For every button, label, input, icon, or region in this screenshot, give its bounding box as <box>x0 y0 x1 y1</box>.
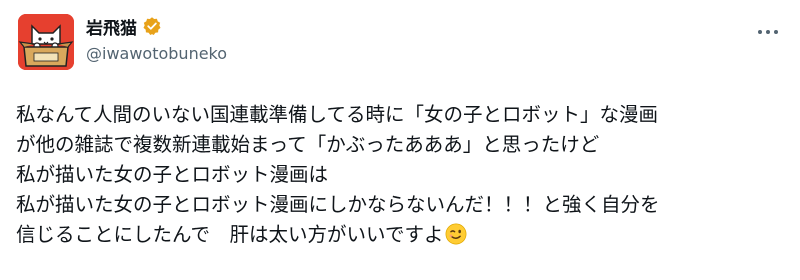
winking-face-emoji-icon <box>445 223 467 245</box>
post-card: 岩飛猫 @iwawotobuneko 私なんて人間のいない国連載準備してる時に「… <box>0 0 800 280</box>
avatar[interactable] <box>18 14 74 70</box>
post-text: 私なんて人間のいない国連載準備してる時に「女の子とロボット」な漫画 が他の雑誌で… <box>16 100 796 250</box>
verified-badge-icon <box>142 16 162 36</box>
author-handle[interactable]: @iwawotobuneko <box>86 44 227 63</box>
author-name-row: 岩飛猫 <box>86 14 162 39</box>
post-text-line: が他の雑誌で複数新連載始まって「かぶったあああ」と思ったけど <box>16 133 600 156</box>
post-text-line: 私が描いた女の子とロボット漫画にしかならないんだ！！！と強く自分を <box>16 193 660 216</box>
post-text-line-content: 信じることにしたんで 肝は太い方がいいですよ <box>16 223 444 246</box>
more-options-button[interactable] <box>754 22 782 42</box>
post-text-line-last: 信じることにしたんで 肝は太い方がいいですよ <box>16 220 796 250</box>
more-horizontal-icon <box>758 30 762 34</box>
post-text-line: 私が描いた女の子とロボット漫画は <box>16 163 329 186</box>
post-text-line: 私なんて人間のいない国連載準備してる時に「女の子とロボット」な漫画 <box>16 103 658 126</box>
cat-in-box-icon <box>18 14 74 70</box>
author-display-name[interactable]: 岩飛猫 <box>86 14 137 39</box>
